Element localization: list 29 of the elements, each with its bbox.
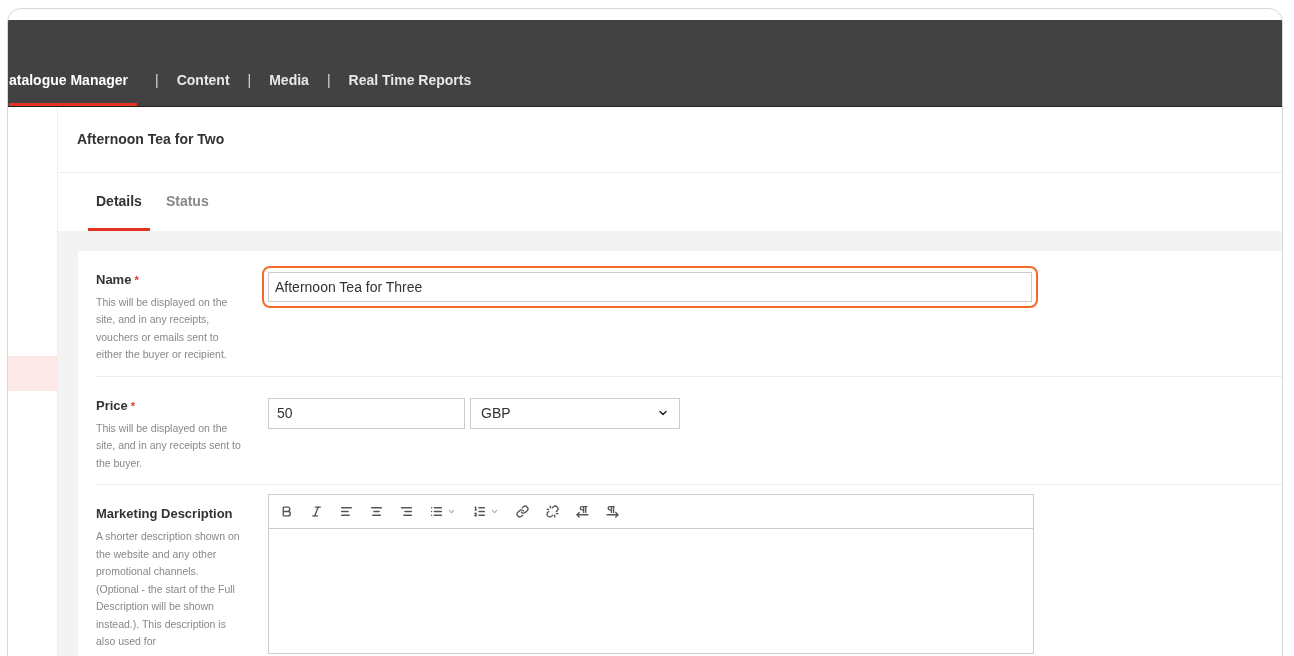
tab[interactable]: Details bbox=[88, 172, 150, 231]
field-help-text: This will be displayed on the site, and in any receipts, vouchers or emails sent to either the buyer or recipient. bbox=[96, 294, 229, 362]
field-label: Marketing Description bbox=[96, 506, 234, 522]
align-right-icon[interactable] bbox=[400, 505, 413, 518]
bullet-list-icon[interactable] bbox=[430, 505, 443, 518]
paragraph-rtl-icon[interactable] bbox=[606, 505, 619, 518]
align-left-icon[interactable] bbox=[340, 505, 353, 518]
nav-link[interactable]: Content bbox=[176, 55, 230, 106]
align-center-icon[interactable] bbox=[370, 505, 383, 518]
field-label: Price * bbox=[96, 397, 137, 414]
name-field[interactable]: Afternoon Tea for Three bbox=[262, 265, 1038, 308]
unlink-icon[interactable] bbox=[546, 505, 559, 518]
field-label: Name * bbox=[96, 271, 140, 288]
tab[interactable]: Status bbox=[157, 172, 217, 231]
nav-separator: | bbox=[154, 71, 160, 90]
page-title: Afternoon Tea for Two bbox=[77, 129, 225, 149]
italic-icon[interactable] bbox=[310, 505, 323, 518]
nav-separator: | bbox=[325, 71, 332, 90]
field-help-text: This will be displayed on the site, and in any receipts sent to the buyer. bbox=[96, 420, 242, 471]
paragraph-ltr-icon[interactable] bbox=[576, 505, 589, 518]
price-field[interactable]: 50 bbox=[268, 397, 465, 429]
link-icon[interactable] bbox=[516, 505, 529, 518]
numbered-list-icon[interactable] bbox=[473, 505, 486, 518]
nav-separator: | bbox=[246, 71, 253, 90]
field-help-text: A shorter description shown on the website and any other promotional channels. (Optional - the start of the Full Description will be shown instead.). This description is also used for bbox=[96, 529, 241, 649]
currency-select[interactable]: GBP bbox=[470, 397, 680, 429]
nav-link[interactable]: Media bbox=[269, 55, 309, 106]
nav-link[interactable]: Real Time Reports bbox=[348, 55, 472, 106]
bold-icon[interactable] bbox=[280, 505, 293, 518]
